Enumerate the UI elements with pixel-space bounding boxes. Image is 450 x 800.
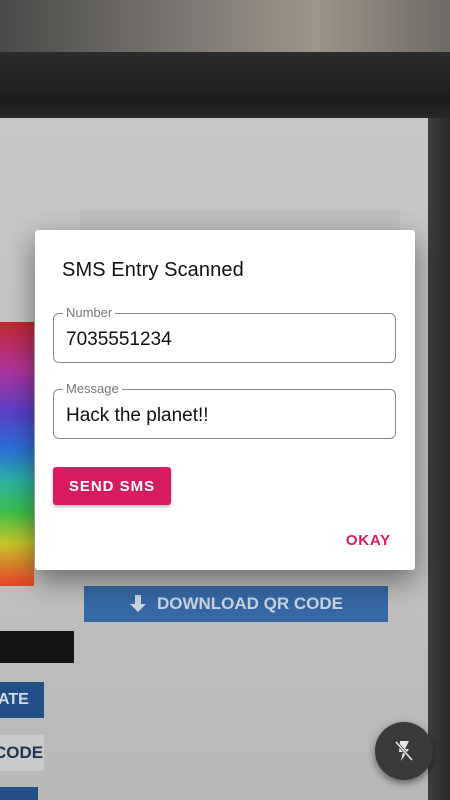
- number-input[interactable]: [66, 329, 386, 351]
- message-label: Message: [63, 381, 122, 396]
- number-label: Number: [63, 305, 116, 320]
- dialog-title: SMS Entry Scanned: [62, 259, 244, 281]
- send-sms-button[interactable]: SEND SMS: [53, 467, 171, 505]
- number-field[interactable]: Number: [53, 305, 396, 363]
- message-field[interactable]: Message: [53, 381, 396, 439]
- message-input[interactable]: [66, 405, 386, 427]
- flash-off-icon: [394, 741, 414, 761]
- sms-dialog: SMS Entry Scanned Number Message SEND SM…: [35, 230, 415, 570]
- flash-toggle-button[interactable]: [375, 722, 433, 780]
- okay-button[interactable]: OKAY: [346, 532, 391, 549]
